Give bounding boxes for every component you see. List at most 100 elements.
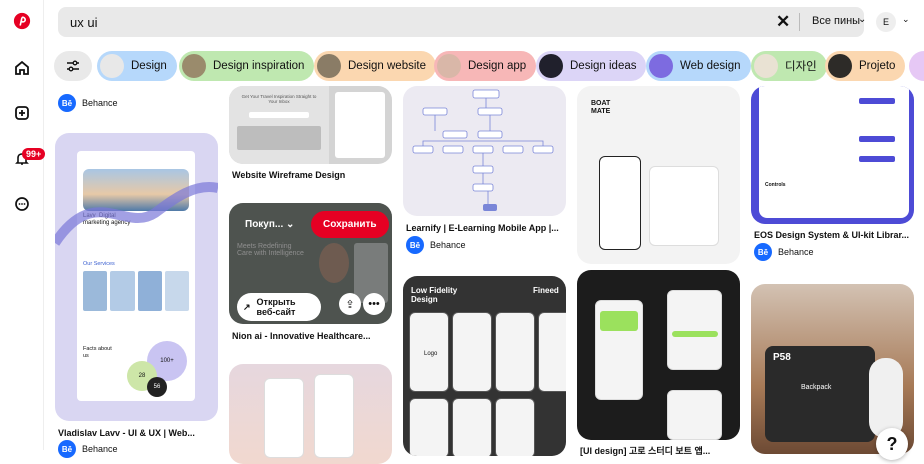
chip-projeto[interactable]: Projeto [825, 51, 906, 81]
pin-phones[interactable] [229, 364, 392, 464]
chip-design-inspiration[interactable]: Design inspiration [179, 51, 315, 81]
share-icon[interactable]: ⇪ [339, 293, 361, 315]
pin-filter-dropdown[interactable]: Все пины [812, 15, 860, 27]
lowfi-logo-text: Logo [424, 351, 438, 357]
chip-thumbnail [182, 54, 206, 78]
filter-settings-button[interactable] [54, 51, 92, 81]
pin-learnify[interactable] [403, 86, 566, 216]
boatmate-logo: BOAT MATE [591, 100, 611, 115]
eos-controls-label: Controls [765, 182, 786, 188]
left-nav-rail: 99+ [0, 0, 46, 450]
top-bar: ux ui ✕ Все пины ⌄ E ⌄ [44, 0, 924, 45]
wireframe-heading: Get Your Travel Inspiration Straight to … [241, 94, 317, 104]
lavv-services: Our Services [83, 261, 115, 267]
chip-thumbnail [539, 54, 563, 78]
create-icon[interactable] [11, 102, 33, 124]
phone-mockup [495, 312, 535, 392]
phone-mockup [595, 300, 643, 400]
wireframe-block [237, 126, 321, 150]
eos-button [859, 136, 895, 142]
user-avatar[interactable]: E [876, 12, 896, 32]
phone-mockup [495, 398, 535, 456]
phone-mockup [264, 378, 304, 458]
pin-title[interactable]: Website Wireframe Design [232, 170, 345, 180]
open-website-button[interactable]: ↗ Открыть веб-сайт [237, 293, 321, 321]
chip-label: Design website [348, 60, 426, 72]
chip-design-app[interactable]: Design app [434, 51, 537, 81]
search-input[interactable]: ux ui [70, 15, 97, 30]
chip-design[interactable]: Design [97, 51, 177, 81]
chip-label: Projeto [859, 60, 896, 72]
pin-wireframe[interactable]: Get Your Travel Inspiration Straight to … [229, 86, 392, 164]
source-name: Behance [82, 98, 118, 108]
arrow-up-right-icon: ↗ [243, 302, 251, 312]
chip-design-ideas[interactable]: Design ideas [536, 51, 647, 81]
pin-source[interactable]: Bē Behance [58, 440, 118, 458]
wireframe-right [335, 92, 385, 158]
lavv-ribbon-decoration [55, 182, 218, 246]
p58-phone: P58 Backpack [765, 346, 875, 442]
service-tile [110, 271, 135, 311]
pin-lavv[interactable]: Lavv Digital marketing agency Our Servic… [55, 133, 218, 421]
lavv-stat-56: 56 [147, 377, 167, 397]
pin-boatmate-dark[interactable] [577, 270, 740, 440]
chip-thumbnail [649, 54, 673, 78]
learnify-flowchart [412, 89, 554, 211]
chip-thumbnail [317, 54, 341, 78]
clear-search-icon[interactable]: ✕ [776, 12, 790, 32]
chip-thumbnail [437, 54, 461, 78]
related-search-chips: Design Design inspiration Design website… [44, 48, 924, 84]
chip-korean-design[interactable]: 디자인 [751, 51, 827, 81]
chevron-down-icon[interactable]: ⌄ [858, 14, 866, 25]
pin-source[interactable]: Bē Behance [406, 236, 466, 254]
chip-thumbnail [828, 54, 852, 78]
pin-low-fidelity[interactable]: Low Fidelity Design Fineed Logo [403, 276, 566, 456]
p58-subtitle: Backpack [801, 384, 832, 391]
p58-title: P58 [773, 352, 791, 363]
home-icon[interactable] [11, 57, 33, 79]
pin-source[interactable]: Bē Behance [58, 94, 118, 112]
chip-label: 디자인 [785, 61, 817, 73]
board-dropdown-label: Покуп... [245, 219, 284, 230]
behance-icon: Bē [58, 94, 76, 112]
source-name: Behance [430, 240, 466, 250]
messages-icon[interactable] [11, 193, 33, 215]
pin-title[interactable]: Nion ai - Innovative Healthcare... [232, 331, 371, 341]
chip-label: Design inspiration [213, 60, 305, 72]
chip-label: Design app [468, 60, 527, 72]
pin-boatmate[interactable]: BOAT MATE [577, 86, 740, 264]
pin-source[interactable]: Bē Behance [754, 243, 814, 261]
phone-mockup [452, 312, 492, 392]
source-name: Behance [778, 247, 814, 257]
phone-mockup [314, 374, 354, 458]
search-bar[interactable]: ux ui ✕ Все пины ⌄ [58, 7, 866, 37]
chip-web-design[interactable]: Web design [646, 51, 751, 81]
pin-nion[interactable]: Meets Redefining Care with Intelligence … [229, 203, 392, 324]
behance-icon: Bē [406, 236, 424, 254]
pinterest-logo-icon[interactable] [11, 10, 33, 32]
chip-label: Design ideas [570, 60, 637, 72]
chip-label: Web design [680, 60, 741, 72]
chip-design-website[interactable]: Design website [314, 51, 436, 81]
chip-thumbnail [100, 54, 124, 78]
lowfi-heading: Low Fidelity Design [411, 286, 458, 304]
chip-more[interactable] [909, 51, 924, 81]
chip-thumbnail [754, 54, 778, 78]
lowfi-brand: Fineed [533, 286, 559, 295]
pin-title[interactable]: Learnify | E-Learning Mobile App |... [406, 223, 559, 233]
save-button[interactable]: Сохранить [311, 211, 389, 238]
help-button[interactable]: ? [876, 428, 908, 460]
chip-label: Design [131, 60, 167, 72]
eos-kit-panel: Controls [759, 86, 909, 218]
more-options-icon[interactable]: ••• [363, 293, 385, 315]
account-chevron-icon[interactable]: ⌄ [902, 14, 910, 25]
board-dropdown[interactable]: Покуп... ⌄ [245, 219, 294, 230]
pin-title[interactable]: [UI design] 고로 스터디 보트 앱... [580, 444, 710, 457]
pin-title[interactable]: Vladislav Lavv - UI & UX | Web... [58, 428, 195, 438]
pin-eos[interactable]: Controls [751, 86, 914, 224]
phone-mockup [409, 398, 449, 456]
phone-mockup [599, 156, 641, 250]
wireframe-input [249, 112, 309, 118]
pin-title[interactable]: EOS Design System & UI-kit Librar... [754, 230, 909, 240]
service-tile [83, 271, 108, 311]
